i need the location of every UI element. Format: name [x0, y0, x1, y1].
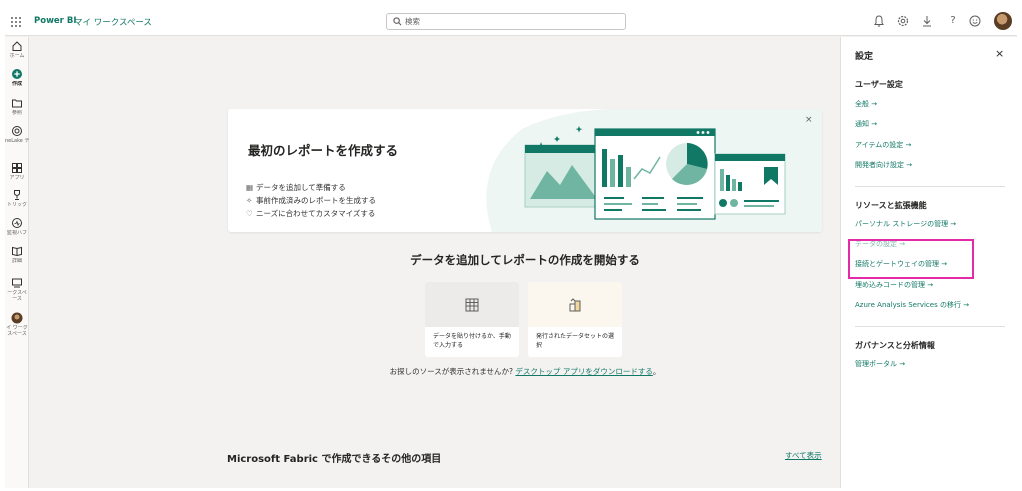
divider	[855, 326, 1005, 327]
nav-item-workspaces[interactable]: ークスペース	[5, 277, 29, 302]
link-personal-storage[interactable]: パーソナル ストレージの管理 →	[855, 219, 956, 229]
tile-label: データを貼り付けるか、手動で入力する	[433, 333, 511, 349]
gear-icon[interactable]	[896, 14, 910, 28]
source-hint: お探しのソースが表示されませんか? デスクトップ アプリをダウンロードする。	[389, 367, 661, 376]
nav-label: アプリ	[9, 175, 25, 181]
tile-pick-dataset[interactable]: 発行されたデータセットの選択	[528, 282, 622, 357]
plus-icon	[12, 69, 22, 79]
feedback-icon[interactable]	[968, 14, 982, 28]
onelake-icon	[12, 126, 22, 136]
sparkle-icon: ✧	[246, 196, 253, 205]
top-bar: Power BI マイ ワークスペース 検索 ?	[5, 8, 1017, 36]
search-icon	[393, 17, 402, 26]
divider	[855, 186, 1005, 187]
nav-item-learn[interactable]: 詳細	[5, 245, 29, 264]
link-embed-codes[interactable]: 埋め込みコードの管理 →	[855, 280, 933, 290]
section-governance: ガバナンスと分析情報	[855, 341, 935, 350]
download-desktop-link[interactable]: デスクトップ アプリをダウンロードする	[515, 367, 652, 376]
nav-label: 詳細	[11, 258, 22, 264]
apps-icon	[12, 163, 22, 173]
avatar[interactable]	[994, 12, 1012, 30]
waffle-icon[interactable]	[9, 15, 23, 29]
fabric-section-title: Microsoft Fabric で作成できるその他の項目	[227, 454, 442, 465]
card-bullet: ▦ データを追加して準備する	[246, 183, 346, 192]
search-placeholder: 検索	[405, 17, 420, 26]
card-title: 最初のレポートを作成する	[248, 143, 399, 158]
nav-label: ホーム	[9, 53, 25, 59]
table-icon: ▦	[246, 183, 254, 192]
nav-item-monitor[interactable]: 監視ハブ	[5, 217, 29, 236]
settings-panel: 設定 × ユーザー設定 全般 → 通知 → アイテムの設定 → 開発者向け設定 …	[840, 37, 1017, 488]
nav-label: 監視ハブ	[6, 230, 27, 236]
nav-item-onelake[interactable]: neLake データ ハブ	[5, 125, 29, 144]
nav-label: トリック	[6, 202, 27, 208]
highlight-box	[848, 239, 974, 279]
nav-label: 参照	[11, 110, 22, 116]
tile-label: 発行されたデータセットの選択	[536, 333, 615, 349]
link-general[interactable]: 全般 →	[855, 99, 877, 109]
link-azure-analysis-migration[interactable]: Azure Analysis Services の移行 →	[855, 300, 969, 310]
trophy-icon	[14, 190, 20, 200]
getting-started-card: × 最初のレポートを作成する ▦ データを追加して準備する ✧ 事前作成済みのレポー…	[228, 109, 822, 232]
lightbulb-icon: ♡	[246, 209, 253, 218]
card-bullet: ♡ ニーズに合わせてカスタマイズする	[246, 209, 376, 218]
nav-label: ークスペース	[7, 290, 27, 302]
section-resources: リソースと拡張機能	[855, 201, 927, 210]
link-item-settings[interactable]: アイテムの設定 →	[855, 140, 911, 150]
dataset-icon	[569, 298, 581, 312]
download-icon[interactable]	[920, 14, 934, 28]
app-brand[interactable]: Power BI	[34, 16, 76, 26]
table-icon	[465, 298, 479, 312]
nav-label: 作成	[11, 81, 22, 87]
workspace-icon	[12, 278, 22, 288]
nav-label: neLake データ ハブ	[5, 138, 29, 144]
card-bullet: ✧ 事前作成済みのレポートを生成する	[246, 196, 376, 205]
panel-title: 設定	[855, 52, 874, 62]
monitor-icon	[12, 218, 22, 228]
workspace-breadcrumb[interactable]: マイ ワークスペース	[74, 16, 152, 28]
nav-label: イ ワークスペース	[6, 325, 28, 337]
nav-item-my-workspace[interactable]: イ ワークスペース	[5, 312, 29, 337]
my-workspace-icon	[11, 312, 23, 324]
search-input[interactable]: 検索	[386, 13, 626, 30]
nav-item-home[interactable]: ホーム	[5, 40, 29, 59]
section-user-settings: ユーザー設定	[855, 80, 903, 89]
report-illustration	[486, 109, 822, 232]
nav-item-metrics[interactable]: トリック	[5, 189, 29, 208]
nav-item-apps[interactable]: アプリ	[5, 162, 29, 181]
app-frame: Power BI マイ ワークスペース 検索 ? ホーム 作成 参照 neLak…	[5, 8, 1017, 488]
close-panel-button[interactable]: ×	[995, 47, 1004, 60]
start-section-title: データを追加してレポートの作成を開始する	[410, 253, 640, 267]
see-all-link[interactable]: すべて表示	[785, 450, 822, 461]
left-nav: ホーム 作成 参照 neLake データ ハブ アプリ トリック 監視ハブ 詳	[5, 37, 29, 488]
folder-icon	[12, 99, 22, 108]
nav-item-browse[interactable]: 参照	[5, 97, 29, 116]
book-icon	[12, 246, 22, 257]
bell-icon[interactable]	[872, 14, 886, 28]
link-developer-settings[interactable]: 開発者向け設定 →	[855, 160, 912, 170]
link-admin-portal[interactable]: 管理ポータル →	[855, 359, 905, 369]
link-notifications[interactable]: 通知 →	[855, 119, 877, 129]
tile-enter-data[interactable]: データを貼り付けるか、手動で入力する	[425, 282, 519, 357]
nav-item-create[interactable]: 作成	[5, 68, 29, 87]
help-icon[interactable]: ?	[946, 14, 960, 28]
close-card-button[interactable]: ×	[805, 115, 813, 125]
home-icon	[12, 41, 22, 51]
